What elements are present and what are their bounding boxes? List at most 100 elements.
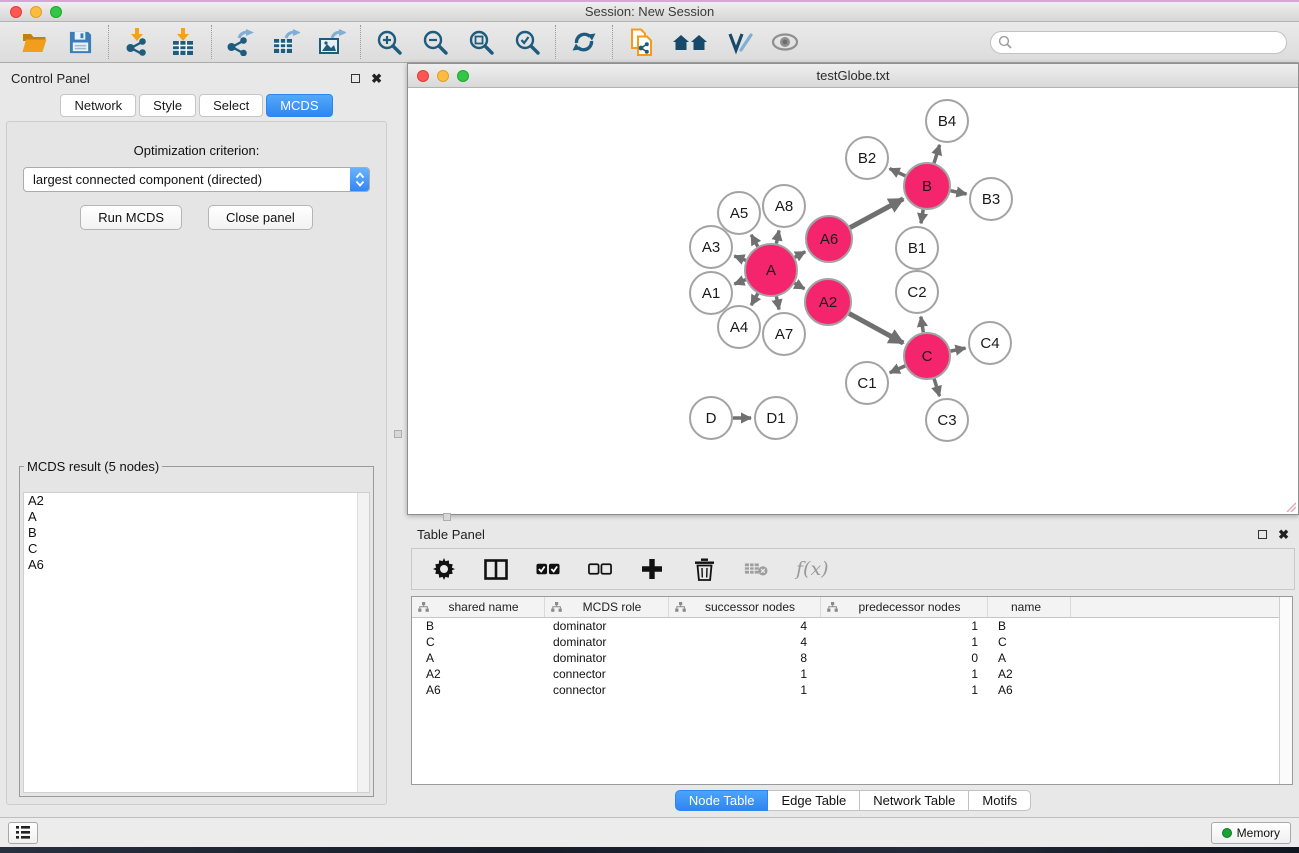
- column-header-predecessor-nodes[interactable]: predecessor nodes: [821, 597, 988, 617]
- tab-style[interactable]: Style: [139, 94, 196, 117]
- delete-columns-button[interactable]: [692, 557, 716, 581]
- table-cell[interactable]: 4: [669, 634, 821, 650]
- save-session-button[interactable]: [65, 27, 95, 57]
- import-network-button[interactable]: [122, 27, 152, 57]
- refresh-view-button[interactable]: [569, 27, 599, 57]
- mcds-result-item[interactable]: B: [24, 525, 369, 541]
- graph-edge-C-C2[interactable]: [921, 317, 923, 333]
- graph-edge-A6-B[interactable]: [850, 199, 903, 228]
- mcds-result-item[interactable]: C: [24, 541, 369, 557]
- select-all-button[interactable]: [536, 557, 560, 581]
- add-column-button[interactable]: [640, 557, 664, 581]
- table-row[interactable]: Bdominator41B: [412, 618, 1292, 634]
- table-cell[interactable]: A6: [988, 682, 1071, 698]
- search-field[interactable]: [990, 31, 1287, 54]
- mcds-result-item[interactable]: A6: [24, 557, 369, 573]
- graph-edge-A2-C[interactable]: [849, 313, 903, 343]
- column-header-MCDS-role[interactable]: MCDS role: [545, 597, 669, 617]
- table-cell[interactable]: C: [988, 634, 1071, 650]
- zoom-in-button[interactable]: [374, 27, 404, 57]
- table-row[interactable]: A2connector11A2: [412, 666, 1292, 682]
- mcds-result-item[interactable]: A2: [24, 493, 369, 509]
- zoom-out-button[interactable]: [420, 27, 450, 57]
- zoom-fit-button[interactable]: [466, 27, 496, 57]
- table-cell[interactable]: B: [988, 618, 1071, 634]
- export-network-button[interactable]: [225, 27, 255, 57]
- task-history-button[interactable]: [8, 822, 38, 844]
- close-window-button[interactable]: [10, 6, 22, 18]
- table-cell[interactable]: A: [988, 650, 1071, 666]
- table-cell[interactable]: 8: [669, 650, 821, 666]
- toggle-graphics-details-button[interactable]: [724, 27, 754, 57]
- home-view-button[interactable]: [672, 27, 708, 57]
- search-input[interactable]: [1012, 34, 1279, 50]
- tab-node-table[interactable]: Node Table: [675, 790, 769, 811]
- mcds-result-list[interactable]: A2ABCA6: [23, 492, 370, 793]
- table-cell[interactable]: A2: [988, 666, 1071, 682]
- graph-edge-B-B1[interactable]: [921, 210, 923, 224]
- table-cell[interactable]: 1: [821, 634, 988, 650]
- close-network-window-button[interactable]: [417, 70, 429, 82]
- duplicate-network-button[interactable]: [626, 27, 656, 57]
- table-cell[interactable]: 1: [821, 682, 988, 698]
- table-row[interactable]: Cdominator41C: [412, 634, 1292, 650]
- graph-edge-A-A4[interactable]: [751, 294, 758, 306]
- network-canvas[interactable]: AA1A2A3A4A5A6A7A8BB1B2B3B4CC1C2C3C4DD1: [409, 89, 1297, 513]
- close-table-panel-icon[interactable]: ✖: [1278, 528, 1289, 541]
- graph-edge-A-A3[interactable]: [734, 256, 745, 260]
- tab-mcds[interactable]: MCDS: [266, 94, 332, 117]
- table-cell[interactable]: connector: [545, 682, 669, 698]
- network-window-titlebar[interactable]: testGlobe.txt: [408, 64, 1298, 88]
- table-row[interactable]: Adominator80A: [412, 650, 1292, 666]
- column-header-successor-nodes[interactable]: successor nodes: [669, 597, 821, 617]
- table-cell[interactable]: A2: [412, 666, 545, 682]
- resize-grip-icon[interactable]: [1284, 500, 1296, 512]
- minimize-network-window-button[interactable]: [437, 70, 449, 82]
- graph-edge-A-A1[interactable]: [734, 280, 745, 284]
- memory-button[interactable]: Memory: [1211, 822, 1291, 844]
- graph-edge-C-C1[interactable]: [890, 366, 905, 373]
- mcds-result-item[interactable]: A: [24, 509, 369, 525]
- table-cell[interactable]: dominator: [545, 650, 669, 666]
- graph-edge-B-B2[interactable]: [890, 169, 906, 176]
- tab-network-table[interactable]: Network Table: [860, 790, 969, 811]
- float-panel-icon[interactable]: [351, 74, 360, 83]
- table-cell[interactable]: dominator: [545, 618, 669, 634]
- table-cell[interactable]: 1: [669, 682, 821, 698]
- node-table[interactable]: shared nameMCDS rolesuccessor nodesprede…: [411, 596, 1293, 785]
- table-cell[interactable]: 4: [669, 618, 821, 634]
- result-list-scrollbar[interactable]: [357, 493, 369, 792]
- table-scrollbar[interactable]: [1279, 597, 1292, 784]
- graph-edge-A-A2[interactable]: [795, 283, 805, 289]
- open-session-button[interactable]: [19, 27, 49, 57]
- minimize-window-button[interactable]: [30, 6, 42, 18]
- table-cell[interactable]: A6: [412, 682, 545, 698]
- function-builder-button[interactable]: f(x): [796, 558, 829, 580]
- graph-edge-A-A6[interactable]: [795, 252, 805, 258]
- deselect-all-button[interactable]: [588, 557, 612, 581]
- table-cell[interactable]: 1: [669, 666, 821, 682]
- column-header-name[interactable]: name: [988, 597, 1071, 617]
- close-panel-button[interactable]: Close panel: [208, 205, 313, 230]
- column-header-shared-name[interactable]: shared name: [412, 597, 545, 617]
- close-panel-icon[interactable]: ✖: [371, 72, 382, 85]
- delete-table-button[interactable]: [744, 557, 768, 581]
- zoom-selected-button[interactable]: [512, 27, 542, 57]
- float-table-panel-icon[interactable]: [1258, 530, 1267, 539]
- table-cell[interactable]: C: [412, 634, 545, 650]
- table-row[interactable]: A6connector11A6: [412, 682, 1292, 698]
- graph-edge-B-B3[interactable]: [951, 191, 967, 194]
- graph-edge-C-C3[interactable]: [934, 379, 939, 396]
- run-mcds-button[interactable]: Run MCDS: [80, 205, 182, 230]
- table-cell[interactable]: 1: [821, 666, 988, 682]
- table-cell[interactable]: connector: [545, 666, 669, 682]
- export-image-button[interactable]: [317, 27, 347, 57]
- graph-edge-A-A8[interactable]: [776, 230, 779, 243]
- graph-edge-A-A7[interactable]: [776, 296, 779, 309]
- table-cell[interactable]: 1: [821, 618, 988, 634]
- table-cell[interactable]: A: [412, 650, 545, 666]
- graph-edge-B-B4[interactable]: [934, 145, 940, 163]
- table-cell[interactable]: 0: [821, 650, 988, 666]
- show-hide-panel-button[interactable]: [770, 27, 800, 57]
- tab-select[interactable]: Select: [199, 94, 263, 117]
